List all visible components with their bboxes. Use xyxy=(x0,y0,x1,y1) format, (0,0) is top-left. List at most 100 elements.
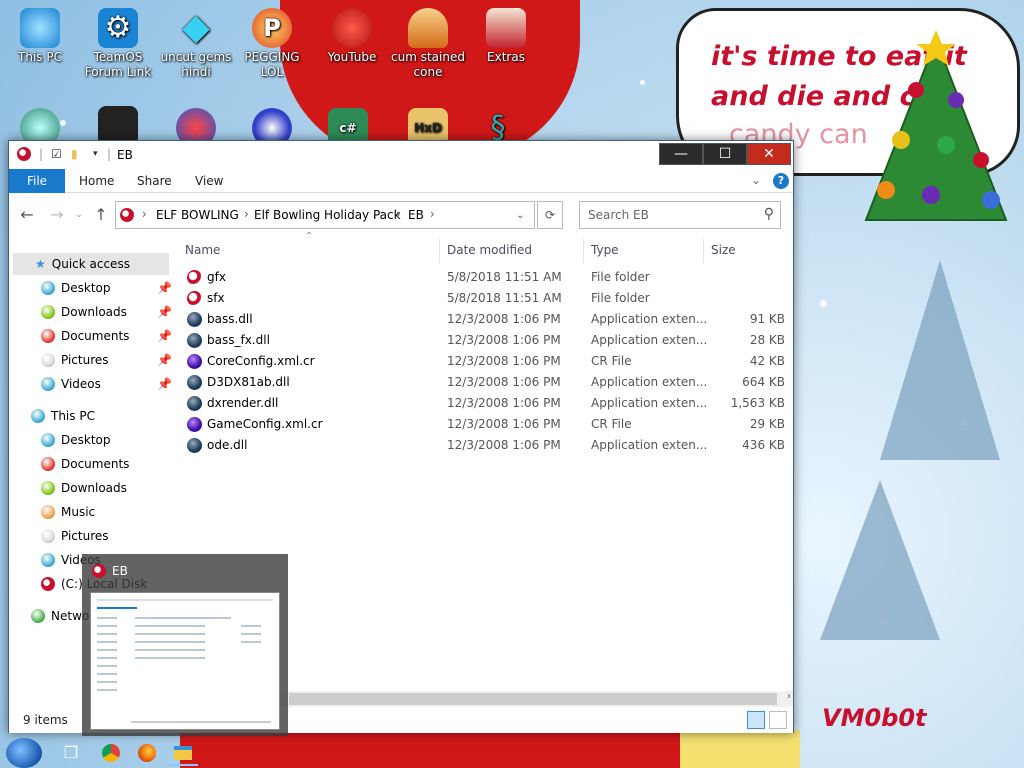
tab-file[interactable]: File xyxy=(9,169,65,193)
sort-ascending-icon: ⌃ xyxy=(305,231,314,242)
file-row[interactable]: dxrender.dll 12/3/2008 1:06 PM Application… xyxy=(179,393,785,414)
file-name: sfx xyxy=(207,291,225,305)
start-button[interactable] xyxy=(6,738,42,768)
nav-quick-videos[interactable]: Videos 📌 xyxy=(41,373,175,395)
taskbar-thumbnail-preview[interactable]: EB xyxy=(82,554,288,736)
nav-this-pc[interactable]: This PC xyxy=(31,405,95,427)
snowflake xyxy=(640,80,645,85)
file-name: D3DX81ab.dll xyxy=(207,375,290,389)
file-row[interactable]: sfx 5/8/2018 11:51 AM File folder xyxy=(179,288,785,309)
desktop-icon-uncut-gems-hindi[interactable]: ◆ uncut gems hindi xyxy=(156,8,236,80)
chrome-icon[interactable] xyxy=(96,740,126,766)
column-separator xyxy=(583,239,584,263)
file-row[interactable]: D3DX81ab.dll 12/3/2008 1:06 PM Application… xyxy=(179,372,785,393)
file-size: 1,563 KB xyxy=(730,396,785,410)
search-box[interactable]: Search EB ⚲ xyxy=(579,201,781,229)
refresh-button[interactable]: ⟳ xyxy=(537,201,563,229)
nav-pc-downloads[interactable]: Downloads xyxy=(41,477,127,499)
column-header-type[interactable]: Type xyxy=(591,243,619,257)
file-type: Application exten... xyxy=(591,438,708,452)
file-name: dxrender.dll xyxy=(207,396,279,410)
file-date: 12/3/2008 1:06 PM xyxy=(447,417,561,431)
task-view-icon[interactable]: ❐ xyxy=(56,740,86,766)
minimize-button[interactable]: — xyxy=(659,143,703,165)
desktop-icon-pegging-lol[interactable]: P PEGGING LOL xyxy=(232,8,312,80)
scroll-right-icon[interactable]: › xyxy=(787,691,791,702)
videos-icon xyxy=(41,553,55,567)
recent-locations-icon[interactable]: ⌄ xyxy=(69,205,89,225)
nav-quick-documents[interactable]: Documents 📌 xyxy=(41,325,175,347)
breadcrumb-elf-bowling[interactable]: ELF BOWLING xyxy=(156,208,239,222)
forward-arrow-icon[interactable]: → xyxy=(47,205,67,225)
breadcrumb-holiday-pack[interactable]: Elf Bowling Holiday Pack xyxy=(254,208,401,222)
up-arrow-icon[interactable]: ↑ xyxy=(91,205,111,225)
desktop-icon-youtube[interactable]: YouTube xyxy=(312,8,392,65)
disk-icon xyxy=(41,577,55,591)
thumbnail-window-preview xyxy=(90,592,280,730)
pin-icon[interactable]: 📌 xyxy=(157,373,172,395)
address-bar[interactable]: › ELF BOWLING › Elf Bowling Holiday Pack… xyxy=(115,201,535,229)
firefox-icon[interactable] xyxy=(132,740,162,766)
background-tree xyxy=(820,480,940,640)
pegging-logo-icon: P xyxy=(252,8,292,48)
nav-pc-desktop[interactable]: Desktop xyxy=(41,429,111,451)
nav-quick-desktop[interactable]: Desktop 📌 xyxy=(41,277,175,299)
nav-quick-pictures[interactable]: Pictures 📌 xyxy=(41,349,175,371)
desktop-icon-teamos-forum-link[interactable]: ⚙ TeamOS Forum Link xyxy=(78,8,158,80)
nav-quick-downloads[interactable]: Downloads 📌 xyxy=(41,301,175,323)
tab-view[interactable]: View xyxy=(181,169,237,193)
computer-icon xyxy=(31,409,45,423)
pin-icon[interactable]: 📌 xyxy=(157,349,172,371)
details-view-button[interactable] xyxy=(747,711,765,729)
desktop-icon-this-pc[interactable]: This PC xyxy=(0,8,80,65)
help-icon[interactable]: ? xyxy=(773,173,789,189)
nav-pc-documents[interactable]: Documents xyxy=(41,453,129,475)
properties-icon[interactable]: ☑ xyxy=(51,147,62,163)
column-header-date[interactable]: Date modified xyxy=(447,243,532,257)
scrollbar-thumb[interactable] xyxy=(289,693,777,705)
file-row[interactable]: CoreConfig.xml.cr 12/3/2008 1:06 PM CR Fil… xyxy=(179,351,785,372)
file-row[interactable]: gfx 5/8/2018 11:51 AM File folder xyxy=(179,267,785,288)
breadcrumb-eb[interactable]: EB xyxy=(408,208,424,222)
downloads-icon xyxy=(41,305,55,319)
file-row[interactable]: bass.dll 12/3/2008 1:06 PM Application ext… xyxy=(179,309,785,330)
title-bar[interactable]: | ☑ ▮ ▾ | EB — ☐ ✕ xyxy=(9,141,793,169)
file-explorer-icon[interactable] xyxy=(168,740,198,766)
pin-icon[interactable]: 📌 xyxy=(157,301,172,323)
desktop-icon-extras[interactable]: Extras xyxy=(466,8,546,65)
file-size: 29 KB xyxy=(749,417,785,431)
file-row[interactable]: ode.dll 12/3/2008 1:06 PM Application exte… xyxy=(179,435,785,456)
angry-bird-icon xyxy=(332,8,372,48)
pin-icon[interactable]: 📌 xyxy=(157,277,172,299)
file-name: gfx xyxy=(207,270,226,284)
new-folder-icon[interactable]: ▮ xyxy=(71,147,78,163)
christmas-tree-icon xyxy=(864,30,1008,221)
qat-dropdown-icon[interactable]: ▾ xyxy=(93,149,98,165)
nav-quick-access[interactable]: ★ Quick access xyxy=(13,253,169,275)
diamond-icon: ◆ xyxy=(182,7,210,48)
pictures-icon xyxy=(41,529,55,543)
desktop-icon-cum-stained-cone[interactable]: cum stained cone xyxy=(388,8,468,80)
tab-share[interactable]: Share xyxy=(123,169,186,193)
pin-icon[interactable]: 📌 xyxy=(157,325,172,347)
maximize-button[interactable]: ☐ xyxy=(703,143,747,165)
back-arrow-icon[interactable]: ← xyxy=(17,205,37,225)
large-icons-view-button[interactable] xyxy=(769,711,787,729)
column-header-name[interactable]: Name xyxy=(185,243,220,257)
column-header-size[interactable]: Size xyxy=(711,243,736,257)
expand-ribbon-icon[interactable]: ⌄ xyxy=(751,173,761,187)
nav-pc-pictures[interactable]: Pictures xyxy=(41,525,109,547)
file-name: bass_fx.dll xyxy=(207,333,270,347)
folder-icon xyxy=(187,270,202,285)
search-icon: ⚲ xyxy=(763,206,774,222)
address-dropdown-icon[interactable]: ⌄ xyxy=(516,210,524,221)
app-window-icon[interactable] xyxy=(17,147,31,161)
nav-pc-music[interactable]: Music xyxy=(41,501,95,523)
file-icon xyxy=(187,354,202,369)
tab-home[interactable]: Home xyxy=(65,169,128,193)
close-button[interactable]: ✕ xyxy=(747,143,791,165)
file-row[interactable]: bass_fx.dll 12/3/2008 1:06 PM Application … xyxy=(179,330,785,351)
file-row[interactable]: GameConfig.xml.cr 12/3/2008 1:06 PM CR Fil… xyxy=(179,414,785,435)
snowflake xyxy=(820,300,827,307)
file-date: 12/3/2008 1:06 PM xyxy=(447,375,561,389)
